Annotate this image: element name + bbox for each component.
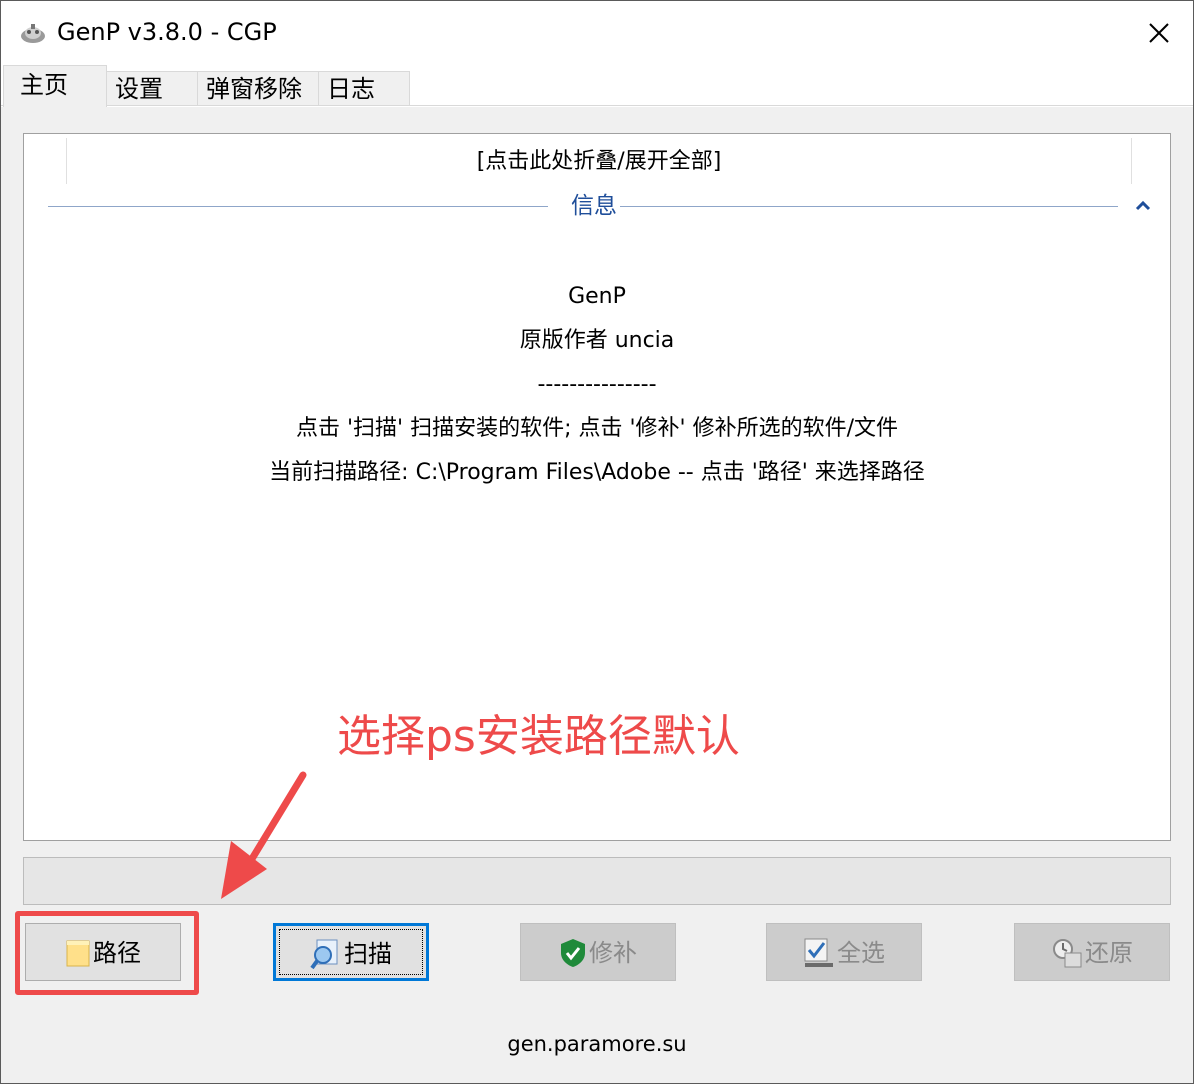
tab-popup-removal[interactable]: 弹窗移除	[197, 71, 319, 105]
patch-button[interactable]: 修补	[520, 923, 676, 981]
info-line-instructions: 点击 '扫描' 扫描安装的软件; 点击 '修补' 修补所选的软件/文件	[296, 416, 898, 441]
scan-button[interactable]: 扫描	[273, 923, 429, 981]
tab-label: 主页	[20, 71, 68, 99]
chevron-up-icon[interactable]	[1134, 198, 1152, 212]
info-line-scan-path: 当前扫描路径: C:\Program Files\Adobe -- 点击 '路径…	[269, 460, 925, 485]
footer-link[interactable]: gen.paramore.su	[1, 1029, 1193, 1059]
genp-window: GenP v3.8.0 - CGP 主页 设置 弹窗移除 日志 [点击此处折叠/…	[0, 0, 1194, 1084]
shield-check-icon	[561, 939, 585, 967]
info-line-separator: ---------------	[537, 372, 657, 397]
info-line-app-name: GenP	[568, 284, 626, 309]
annotation-arrow-icon	[221, 771, 307, 899]
select-all-button[interactable]: 全选	[766, 923, 922, 981]
section-divider-right	[620, 206, 1118, 207]
section-divider-left	[48, 206, 568, 207]
scan-button-label: 扫描	[344, 940, 392, 968]
tab-home[interactable]: 主页	[3, 65, 107, 107]
select-all-button-label: 全选	[837, 939, 885, 967]
restore-button-label: 还原	[1085, 939, 1133, 967]
tab-label: 弹窗移除	[206, 75, 302, 103]
close-icon[interactable]	[1137, 11, 1181, 55]
annotation-text: 选择ps安装路径默认	[337, 711, 740, 762]
patch-button-label: 修补	[589, 939, 637, 967]
annotation-highlight-box	[15, 911, 199, 995]
collapse-expand-toggle[interactable]: [点击此处折叠/展开全部]	[66, 138, 1132, 184]
tab-strip-divider	[1, 105, 1193, 106]
restore-button[interactable]: 还原	[1014, 923, 1170, 981]
app-icon	[21, 24, 45, 43]
restore-icon	[1053, 939, 1082, 968]
window-title: GenP v3.8.0 - CGP	[57, 18, 277, 46]
magnifier-icon	[310, 939, 338, 970]
info-line-author: 原版作者 uncia	[519, 328, 675, 353]
tab-label: 日志	[327, 75, 375, 103]
tab-log[interactable]: 日志	[318, 71, 410, 105]
checklist-icon	[804, 938, 833, 967]
progress-bar	[23, 857, 1171, 905]
tab-settings[interactable]: 设置	[106, 71, 198, 105]
title-bar[interactable]: GenP v3.8.0 - CGP	[1, 1, 1193, 63]
tab-label: 设置	[115, 75, 163, 103]
